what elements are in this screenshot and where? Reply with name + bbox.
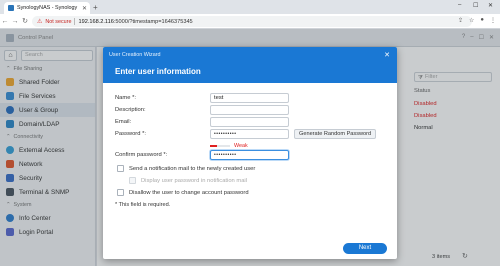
menu-icon[interactable]: ⋮	[490, 17, 496, 24]
back-arrow-icon[interactable]: ←	[0, 18, 10, 25]
browser-tab-bar: SynologyNAS - Synology NAS ✕ + – ☐ ✕	[0, 0, 500, 14]
wizard-label: User Creation Wizard	[109, 52, 161, 58]
password-row: Password *: •••••••••• Generate Random P…	[115, 129, 377, 139]
send-mail-checkbox[interactable]	[117, 165, 124, 172]
disallow-change-checkbox[interactable]	[117, 189, 124, 196]
display-password-checkbox-row[interactable]: Display user password in notification ma…	[129, 177, 247, 184]
display-password-checkbox[interactable]	[129, 177, 136, 184]
confirm-password-field[interactable]: ••••••••••	[210, 150, 289, 160]
reload-icon[interactable]: ↻	[20, 17, 30, 25]
maximize-icon[interactable]: ☐	[473, 2, 478, 9]
user-creation-dialog: User Creation Wizard ✕ Enter user inform…	[103, 47, 397, 259]
address-bar: ← → ↻ ⚠ Not secure 192.168.2.116:5000/?t…	[0, 14, 500, 29]
url-input[interactable]: ⚠ Not secure 192.168.2.116:5000/?timesta…	[32, 16, 472, 27]
disallow-change-checkbox-row[interactable]: Disallow the user to change account pass…	[117, 189, 249, 196]
synology-favicon-icon	[8, 5, 14, 11]
close-icon[interactable]: ✕	[384, 51, 390, 59]
disallow-change-label: Disallow the user to change account pass…	[129, 189, 249, 196]
new-tab-icon[interactable]: +	[93, 3, 98, 12]
close-icon[interactable]: ✕	[82, 5, 87, 12]
url-text: 192.168.2.116:5000/?timestamp=1646375345	[78, 18, 193, 25]
required-note: * This field is required.	[115, 202, 171, 208]
divider	[74, 18, 76, 25]
email-field[interactable]	[210, 117, 289, 127]
forward-arrow-icon[interactable]: →	[10, 18, 20, 25]
password-label: Password *:	[115, 131, 146, 137]
description-label: Description:	[115, 107, 146, 113]
display-password-label: Display user password in notification ma…	[141, 177, 247, 184]
generate-password-button[interactable]: Generate Random Password	[294, 129, 377, 139]
toolbar-icons: ⇪ ☆ ● ⋮	[458, 17, 496, 24]
next-button[interactable]: Next	[343, 243, 387, 254]
name-label: Name *:	[115, 95, 136, 101]
description-field[interactable]	[210, 105, 289, 115]
send-mail-label: Send a notification mail to the newly cr…	[129, 165, 256, 172]
password-field[interactable]: ••••••••••	[210, 129, 289, 139]
window-close-icon[interactable]: ✕	[488, 2, 493, 9]
strength-bar	[210, 145, 230, 147]
not-secure-label: Not secure	[45, 18, 72, 25]
share-icon[interactable]: ⇪	[458, 17, 463, 24]
dialog-title: Enter user information	[115, 67, 201, 76]
star-icon[interactable]: ☆	[469, 17, 474, 24]
email-label: Email:	[115, 119, 132, 125]
minimize-icon[interactable]: –	[458, 2, 461, 8]
confirm-password-label: Confirm password *:	[115, 152, 168, 158]
browser-tab[interactable]: SynologyNAS - Synology NAS ✕	[4, 2, 90, 14]
email-row: Email:	[115, 117, 289, 127]
strength-fill	[210, 145, 217, 147]
warning-icon: ⚠	[37, 19, 43, 25]
dialog-header: User Creation Wizard ✕ Enter user inform…	[103, 47, 397, 83]
name-field[interactable]: test	[210, 93, 289, 103]
confirm-row: Confirm password *: ••••••••••	[115, 150, 289, 160]
description-row: Description:	[115, 105, 289, 115]
tab-title: SynologyNAS - Synology NAS	[17, 5, 79, 11]
send-mail-checkbox-row[interactable]: Send a notification mail to the newly cr…	[117, 165, 255, 172]
name-row: Name *: test	[115, 93, 289, 103]
password-strength: Weak	[210, 143, 248, 149]
strength-label: Weak	[234, 143, 248, 149]
profile-icon[interactable]: ●	[480, 17, 484, 24]
